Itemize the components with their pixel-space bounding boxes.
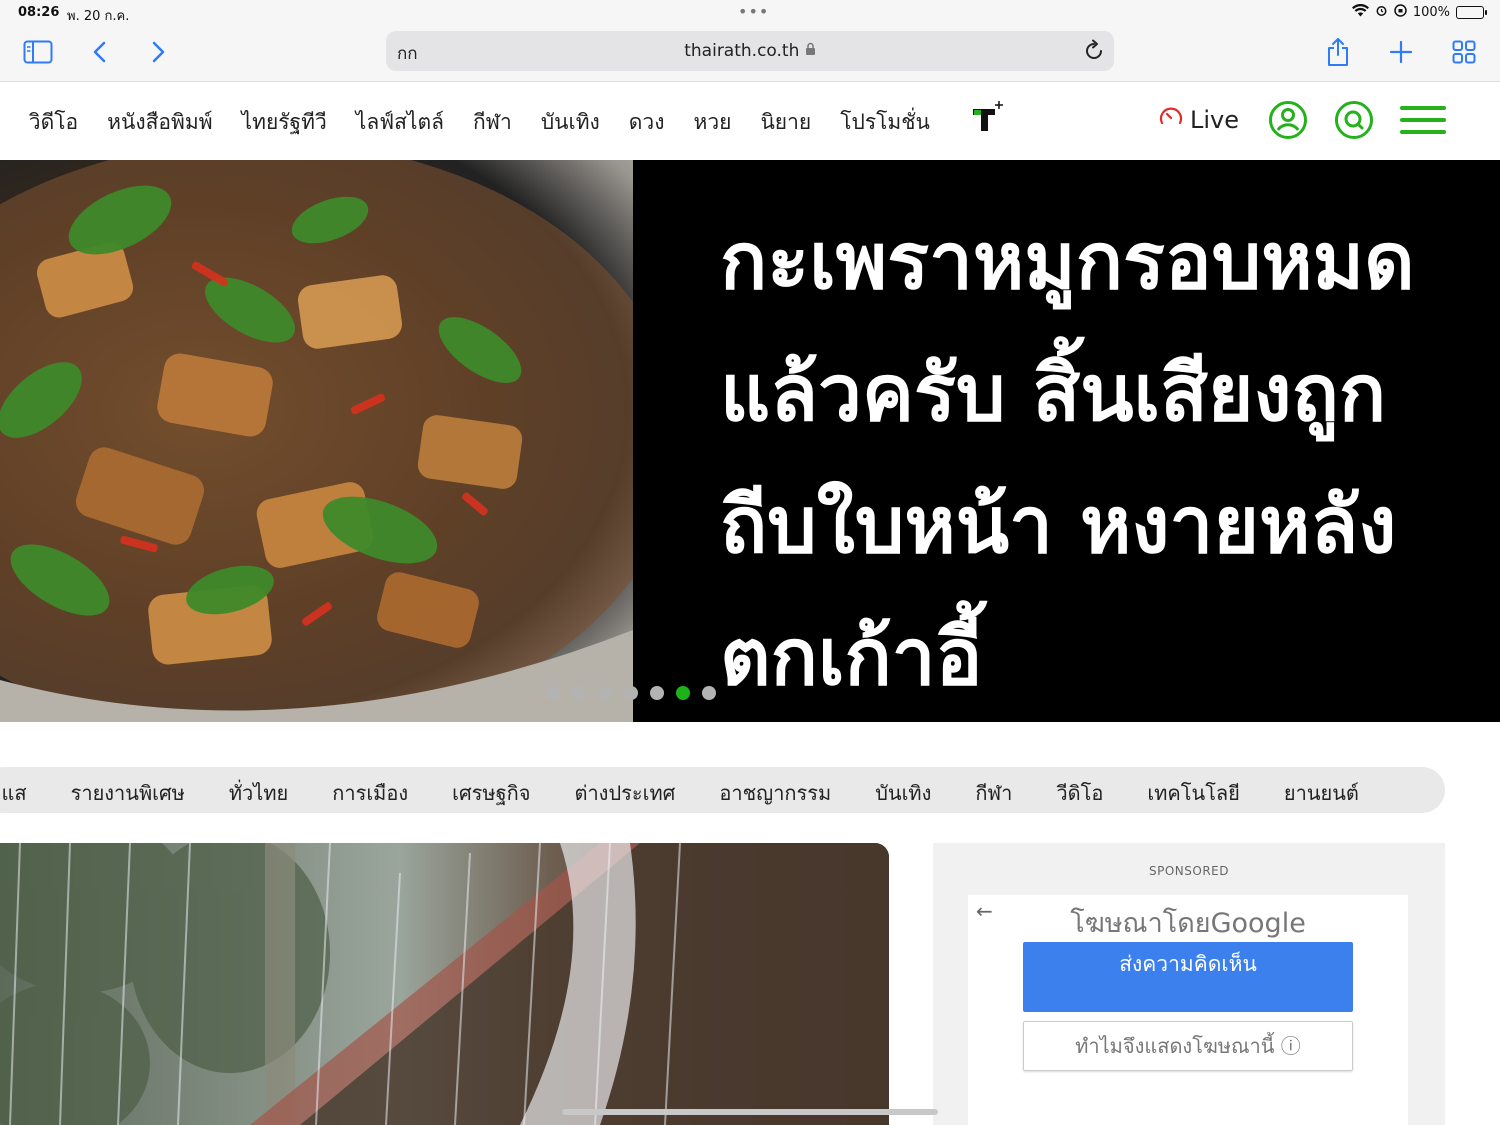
sidebar-toggle-icon[interactable] [22, 36, 54, 68]
status-time: 08:26 [18, 5, 60, 20]
address-url[interactable]: thairath.co.th [684, 41, 799, 61]
reload-icon[interactable] [1084, 39, 1104, 65]
why-this-ad-button[interactable]: ทำไมจึงแสดงโฆษณานี้ ⓘ [1023, 1021, 1353, 1071]
tab-overview-icon[interactable] [1448, 36, 1480, 68]
nav-item-newspaper[interactable]: หนังสือพิมพ์ [107, 106, 212, 139]
carousel-dot-active[interactable] [676, 686, 690, 700]
home-indicator[interactable] [562, 1109, 938, 1115]
nav-item-sports[interactable]: กีฬา [473, 106, 512, 139]
forward-icon[interactable] [142, 36, 174, 68]
category-trending[interactable]: ระแส [0, 777, 27, 809]
carousel-dot[interactable] [702, 686, 716, 700]
alarm-icon [1375, 4, 1388, 21]
search-icon[interactable] [1334, 100, 1374, 144]
category-bar: ระแส รายงานพิเศษ ทั่วไทย การเมือง เศรษฐก… [0, 767, 1445, 813]
category-politics[interactable]: การเมือง [332, 777, 408, 809]
nav-item-thairath-tv[interactable]: ไทยรัฐทีวี [242, 106, 327, 139]
nav-item-lifestyle[interactable]: ไลฟ์สไตล์ [356, 106, 444, 139]
status-bar: 08:26 พ. 20 ก.ค. ••• 100% [0, 0, 1500, 26]
sponsored-label: SPONSORED [1149, 864, 1229, 878]
status-indicators: 100% [1351, 3, 1487, 21]
lock-icon [805, 41, 816, 61]
hero-banner[interactable]: กะเพราหมูกรอบหมดแล้วครับ สิ้นเสียงถูกถีบ… [0, 160, 1500, 722]
user-account-icon[interactable] [1268, 100, 1308, 144]
hero-headline[interactable]: กะเพราหมูกรอบหมดแล้วครับ สิ้นเสียงถูกถีบ… [720, 196, 1480, 722]
send-feedback-button[interactable]: ส่งความคิดเห็น [1023, 942, 1353, 1012]
carousel-dot[interactable] [572, 686, 586, 700]
hero-food-image [0, 160, 633, 722]
orientation-lock-icon [1394, 4, 1407, 21]
nav-item-novel[interactable]: นิยาย [760, 106, 811, 139]
carousel-dot[interactable] [598, 686, 612, 700]
address-bar[interactable]: กก thairath.co.th [386, 31, 1114, 71]
nav-item-video[interactable]: วิดีโอ [29, 106, 78, 139]
category-entertainment[interactable]: บันเทิง [875, 777, 931, 809]
carousel-indicators [546, 686, 716, 700]
battery-icon [1456, 6, 1487, 19]
category-international[interactable]: ต่างประเทศ [574, 777, 675, 809]
category-special-report[interactable]: รายงานพิเศษ [71, 777, 185, 809]
carousel-dot[interactable] [650, 686, 664, 700]
category-technology[interactable]: เทคโนโลยี [1147, 777, 1240, 809]
category-sports[interactable]: กีฬา [975, 777, 1012, 809]
nav-item-lottery[interactable]: หวย [693, 106, 731, 139]
back-icon[interactable] [84, 36, 116, 68]
multitasking-dots-icon[interactable]: ••• [738, 2, 769, 21]
nav-item-entertainment[interactable]: บันเทิง [541, 106, 600, 139]
category-crime[interactable]: อาชญากรรม [719, 777, 831, 809]
sponsored-ad-panel: SPONSORED ← โฆษณาโดยGoogle ส่งความคิดเห็… [933, 843, 1445, 1125]
live-button[interactable]: Live [1158, 104, 1239, 136]
news-story-image[interactable] [0, 843, 889, 1125]
live-gauge-icon [1158, 104, 1184, 136]
nav-item-horoscope[interactable]: ดวง [629, 106, 665, 139]
category-nationwide[interactable]: ทั่วไทย [229, 777, 288, 809]
category-economy[interactable]: เศรษฐกิจ [452, 777, 530, 809]
carousel-dot[interactable] [546, 686, 560, 700]
category-automotive[interactable]: ยานยนต์ [1284, 777, 1359, 809]
category-video[interactable]: วีดิโอ [1056, 777, 1103, 809]
battery-percent: 100% [1412, 5, 1450, 20]
page: 08:26 พ. 20 ก.ค. ••• 100% กก thairath.co… [0, 0, 1500, 1125]
category-items: ระแส รายงานพิเศษ ทั่วไทย การเมือง เศรษฐก… [0, 777, 1359, 809]
thairath-plus-logo-icon[interactable] [970, 100, 1006, 138]
carousel-dot[interactable] [624, 686, 638, 700]
site-navigation: ว วิดีโอ หนังสือพิมพ์ ไทยรัฐทีวี ไลฟ์สไต… [0, 82, 1500, 160]
site-nav-items: ว วิดีโอ หนังสือพิมพ์ ไทยรัฐทีวี ไลฟ์สไต… [0, 106, 930, 139]
ads-by-google-label: โฆษณาโดยGoogle [1070, 908, 1306, 939]
ad-feedback-box: ← โฆษณาโดยGoogle ส่งความคิดเห็น ทำไมจึงแ… [968, 895, 1408, 1125]
browser-toolbar: กก thairath.co.th [0, 26, 1500, 82]
address-url-row[interactable]: thairath.co.th [386, 41, 1114, 61]
live-label: Live [1190, 106, 1240, 134]
status-date: พ. 20 ก.ค. [67, 9, 130, 24]
hamburger-menu-icon[interactable] [1400, 106, 1446, 138]
nav-item-promotion[interactable]: โปรโมชั่น [840, 106, 930, 139]
share-icon[interactable] [1322, 36, 1354, 68]
new-tab-icon[interactable] [1385, 36, 1417, 68]
wifi-icon [1351, 3, 1369, 21]
